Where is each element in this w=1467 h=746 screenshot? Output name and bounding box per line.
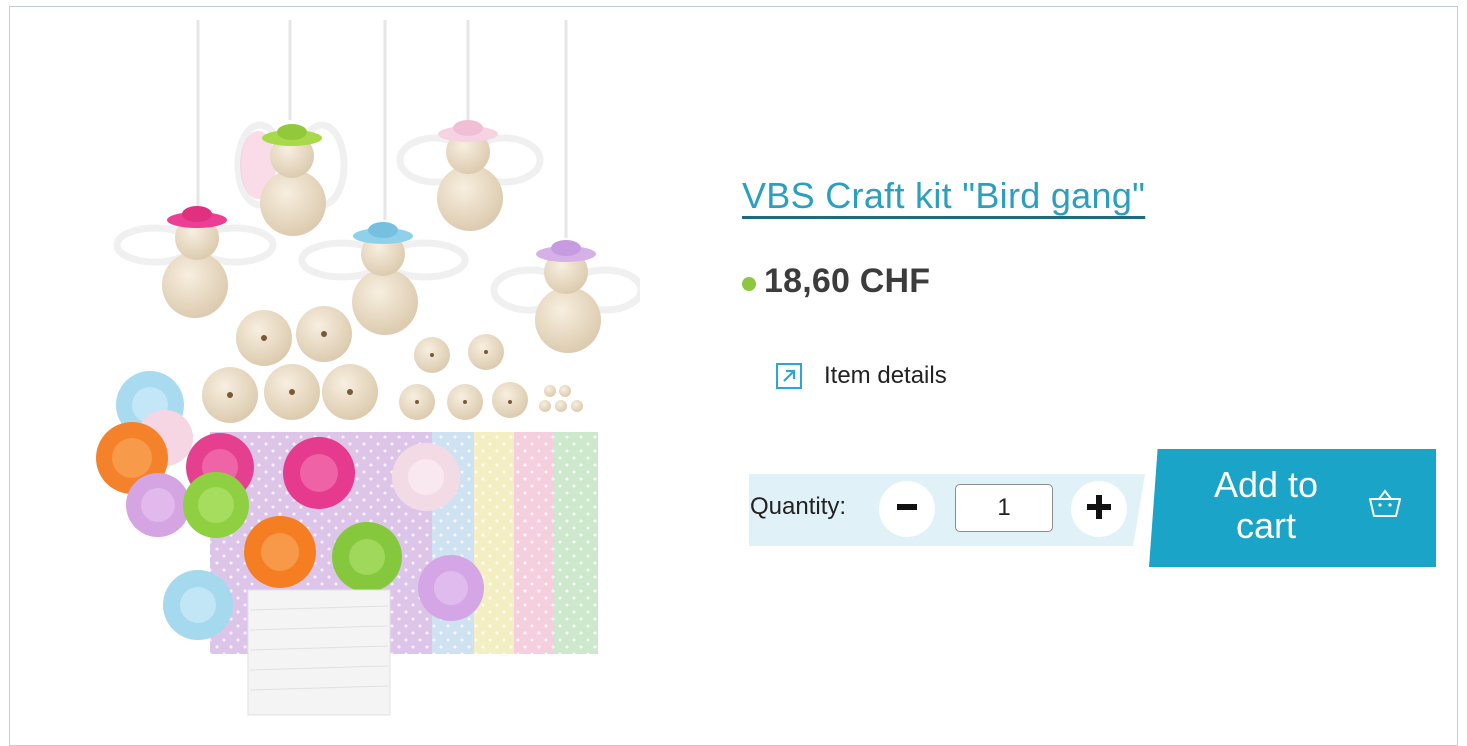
item-details-link[interactable]: Item details bbox=[776, 362, 947, 390]
external-link-icon bbox=[776, 363, 802, 389]
minus-icon bbox=[896, 496, 918, 523]
plus-icon bbox=[1087, 494, 1111, 524]
product-price: 18,60 CHF bbox=[764, 262, 931, 300]
quantity-increase-button[interactable] bbox=[1071, 481, 1127, 537]
quantity-decrease-button[interactable] bbox=[879, 481, 935, 537]
availability-dot bbox=[742, 276, 756, 291]
add-to-cart-button[interactable] bbox=[1149, 449, 1436, 567]
quantity-input[interactable] bbox=[955, 484, 1053, 532]
item-details-label: Item details bbox=[824, 362, 947, 389]
price-row: 18,60 CHF bbox=[742, 262, 930, 301]
quantity-label: Quantity: bbox=[750, 493, 847, 520]
product-image[interactable] bbox=[80, 20, 640, 720]
product-title-link[interactable]: VBS Craft kit "Bird gang" bbox=[742, 175, 1145, 217]
product-photo bbox=[96, 20, 640, 716]
